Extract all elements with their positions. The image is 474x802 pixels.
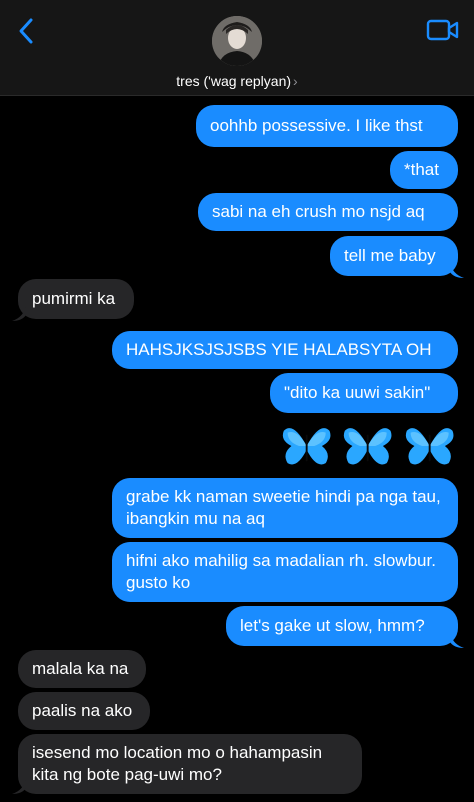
message-text: "dito ka uuwi sakin" <box>284 383 431 402</box>
sent-message[interactable]: "dito ka uuwi sakin" <box>270 373 458 413</box>
message-text: HAHSJKSJSJSBS YIE HALABSYTA OH <box>126 340 432 359</box>
message-text: sabi na eh crush mo nsjd aq <box>212 202 425 221</box>
emoji-message[interactable] <box>280 418 456 474</box>
contact-name: tres ('wag replyan) <box>176 73 292 89</box>
message-text: hifni ako mahilig sa madalian rh. slowbu… <box>126 551 436 592</box>
avatar-image <box>212 16 262 66</box>
received-message[interactable]: pumirmi ka <box>18 279 134 319</box>
contact-avatar[interactable] <box>212 16 262 66</box>
received-message[interactable]: malala ka na <box>18 650 146 688</box>
chevron-right-icon: › <box>293 73 298 89</box>
sent-message[interactable]: HAHSJKSJSJSBS YIE HALABSYTA OH <box>112 331 458 369</box>
message-text: tell me baby <box>344 246 436 265</box>
sent-message[interactable]: oohhb possessive. I like thst <box>196 105 458 147</box>
message-text: isesend mo location mo o hahampasin kita… <box>32 743 323 784</box>
message-text: oohhb possessive. I like thst <box>210 116 423 135</box>
sent-message[interactable]: *that <box>390 151 458 189</box>
bubble-tail <box>450 262 464 278</box>
received-message[interactable]: isesend mo location mo o hahampasin kita… <box>18 734 362 794</box>
blue-butterfly-icon <box>344 428 392 465</box>
message-text: pumirmi ka <box>32 289 116 308</box>
video-camera-icon <box>426 19 459 41</box>
message-text: let's gake ut slow, hmm? <box>240 616 425 635</box>
sent-message[interactable]: sabi na eh crush mo nsjd aq <box>198 193 458 231</box>
back-button[interactable] <box>14 16 40 46</box>
video-call-button[interactable] <box>426 18 460 42</box>
bubble-tail <box>12 778 26 794</box>
blue-butterfly-icon <box>405 428 454 465</box>
blue-butterfly-icon <box>282 428 331 465</box>
bubble-tail <box>12 305 26 321</box>
sent-message[interactable]: tell me baby <box>330 236 458 276</box>
chevron-left-icon <box>19 18 33 44</box>
message-text: malala ka na <box>32 659 129 678</box>
sent-message[interactable]: hifni ako mahilig sa madalian rh. slowbu… <box>112 542 458 602</box>
sent-message[interactable]: let's gake ut slow, hmm? <box>226 606 458 646</box>
contact-name-button[interactable]: tres ('wag replyan) › <box>0 73 474 89</box>
sent-message[interactable]: grabe kk naman sweetie hindi pa nga tau,… <box>112 478 458 538</box>
message-text: *that <box>404 160 439 179</box>
received-message[interactable]: paalis na ako <box>18 692 150 730</box>
bubble-tail <box>450 632 464 648</box>
message-text: paalis na ako <box>32 701 133 720</box>
conversation-header: tres ('wag replyan) › <box>0 0 474 96</box>
message-text: grabe kk naman sweetie hindi pa nga tau,… <box>126 487 441 528</box>
